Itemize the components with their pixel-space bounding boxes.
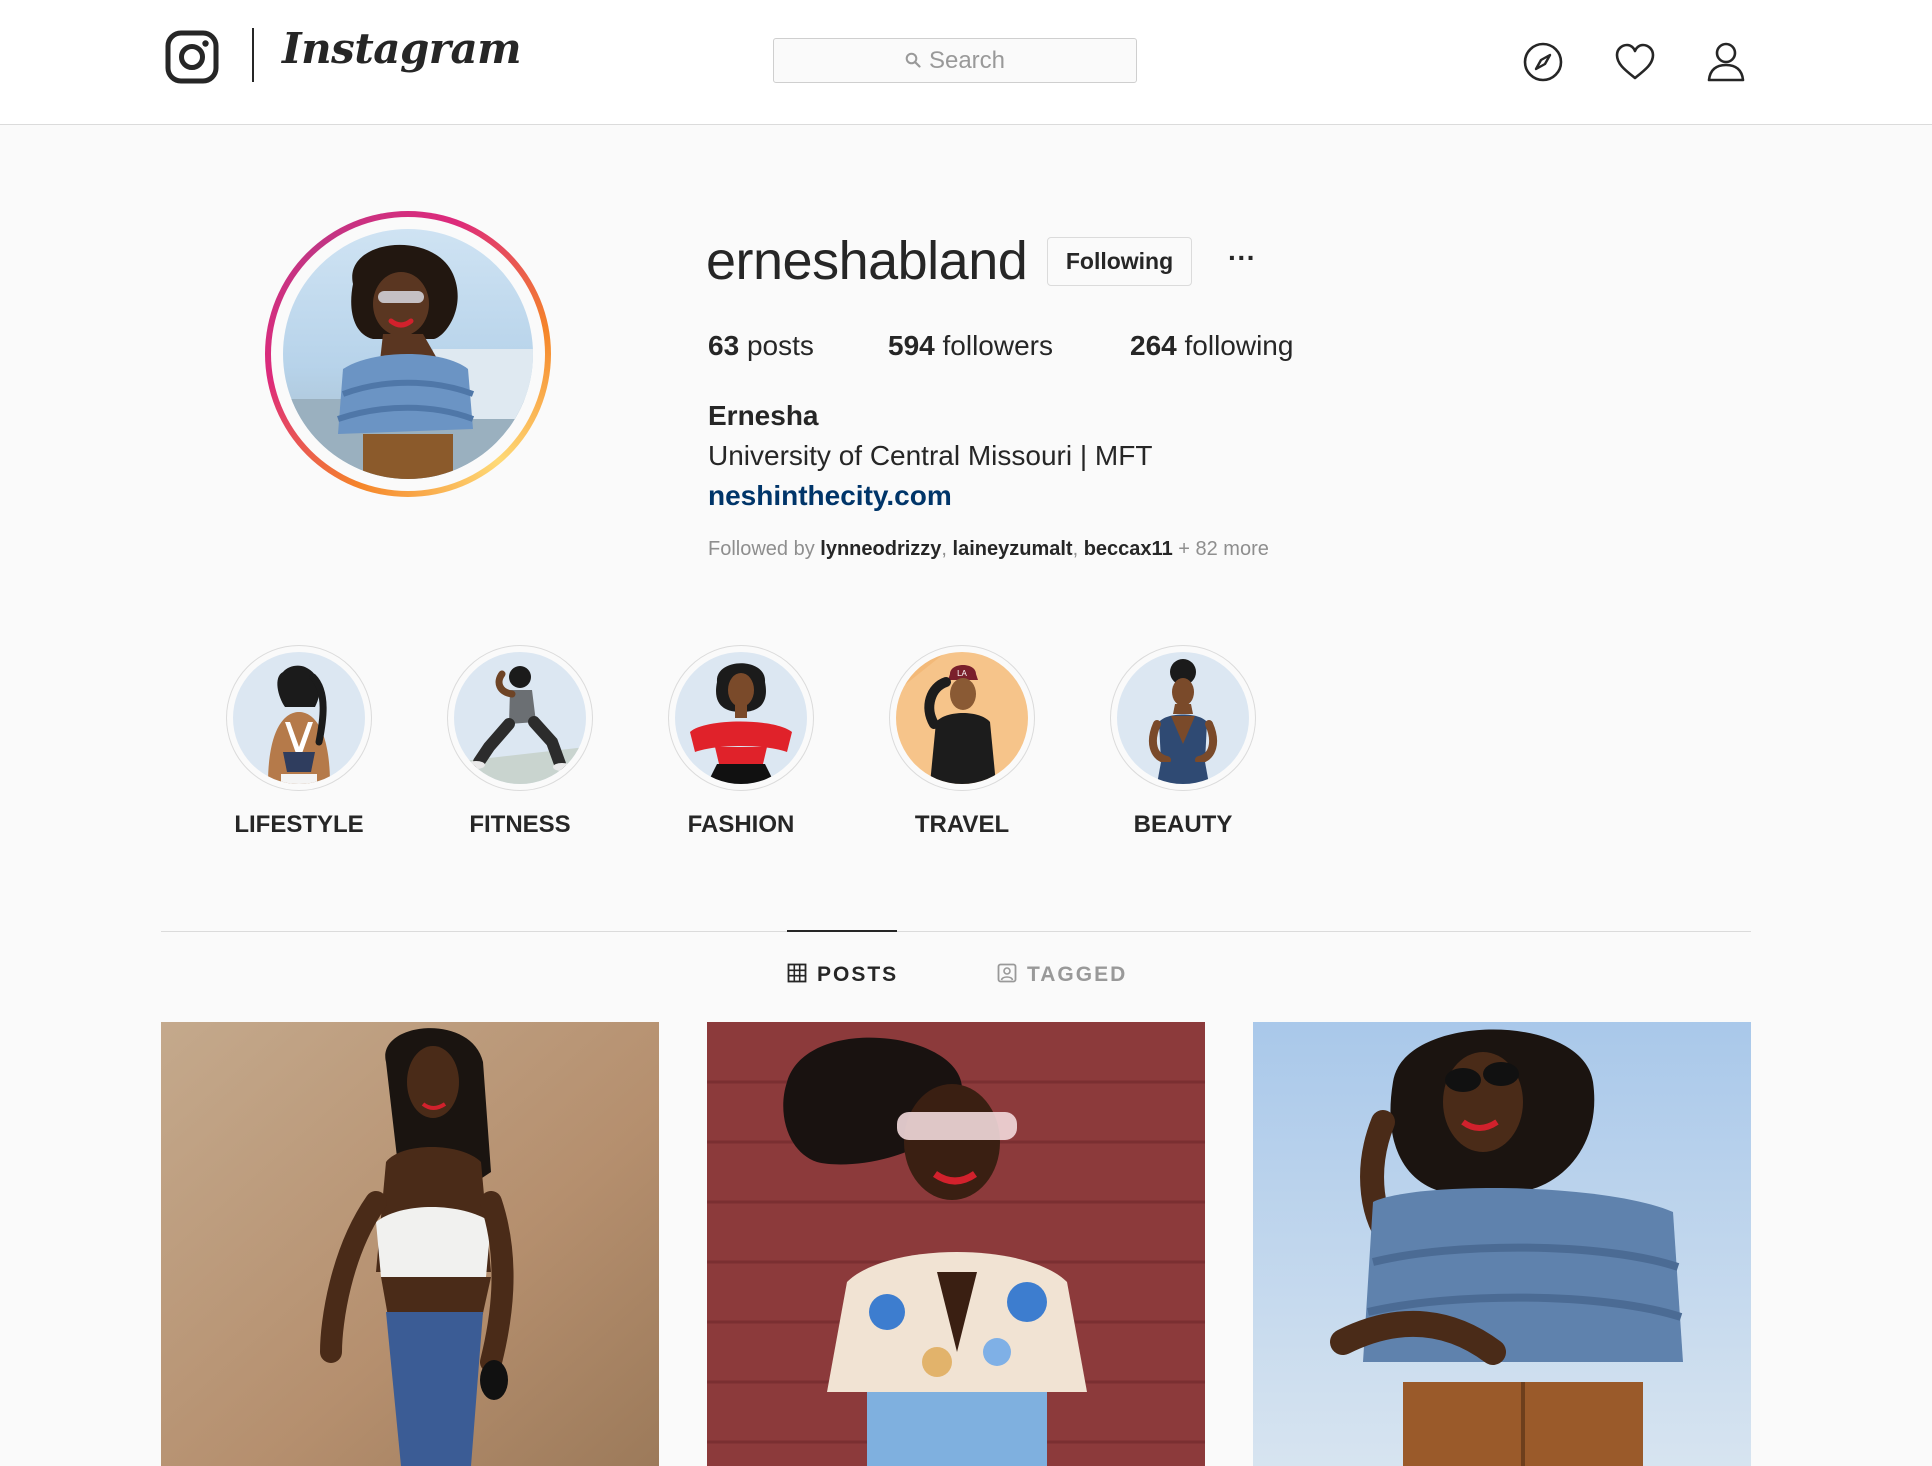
post-thumbnail[interactable] bbox=[1253, 1022, 1751, 1466]
search-icon bbox=[905, 52, 921, 68]
avatar-gap bbox=[271, 217, 545, 491]
following-button[interactable]: Following bbox=[1047, 237, 1192, 286]
followed-by-user[interactable]: laineyzumalt bbox=[953, 538, 1073, 560]
highlight-lifestyle[interactable]: LIFESTYLE bbox=[224, 645, 374, 838]
grid-icon bbox=[787, 964, 807, 983]
highlight-illustration bbox=[454, 652, 586, 784]
tab-posts-label: POSTS bbox=[817, 963, 899, 986]
highlight-fashion[interactable]: FASHION bbox=[666, 645, 816, 838]
posts-count: 63 bbox=[708, 330, 740, 361]
svg-text:LA: LA bbox=[957, 669, 967, 678]
highlight-label: FITNESS bbox=[469, 811, 571, 838]
post-thumbnail[interactable] bbox=[161, 1022, 659, 1466]
activity-heart-icon[interactable] bbox=[1613, 40, 1657, 84]
top-navigation-bar: Instagram Search bbox=[0, 0, 1932, 125]
followed-by-user[interactable]: lynneodrizzy bbox=[820, 538, 941, 560]
followed-by-user[interactable]: beccax11 bbox=[1084, 538, 1173, 560]
tab-posts[interactable]: POSTS bbox=[787, 963, 898, 987]
highlight-cover bbox=[447, 645, 593, 791]
highlight-cover bbox=[1110, 645, 1256, 791]
tagged-person-icon bbox=[997, 964, 1017, 983]
highlight-cover bbox=[668, 645, 814, 791]
post-thumbnail[interactable] bbox=[707, 1022, 1205, 1466]
highlight-illustration bbox=[233, 652, 365, 784]
more-options-icon[interactable]: ··· bbox=[1224, 236, 1260, 284]
profile-avatar[interactable] bbox=[265, 211, 551, 497]
followed-by-suffix: + 82 more bbox=[1172, 538, 1269, 560]
post-photo bbox=[1253, 1022, 1751, 1466]
followers-count-stat[interactable]: 594 followers bbox=[888, 330, 1053, 362]
active-tab-indicator bbox=[787, 930, 897, 932]
following-label: following bbox=[1184, 330, 1294, 361]
posts-count-stat: 63 posts bbox=[708, 330, 814, 362]
highlight-illustration bbox=[1117, 652, 1249, 784]
profile-full-name: Ernesha bbox=[708, 400, 819, 431]
followers-count: 594 bbox=[888, 330, 935, 361]
profile-username: erneshabland bbox=[706, 231, 1028, 291]
tab-tagged[interactable]: TAGGED bbox=[997, 963, 1127, 987]
tab-divider bbox=[161, 931, 1751, 932]
logo-divider bbox=[252, 28, 254, 82]
highlight-label: FASHION bbox=[687, 811, 795, 838]
post-photo bbox=[161, 1022, 659, 1466]
following-count: 264 bbox=[1130, 330, 1177, 361]
profile-person-icon[interactable] bbox=[1704, 40, 1748, 84]
highlight-fitness[interactable]: FITNESS bbox=[445, 645, 595, 838]
carousel-multiple-icon bbox=[1687, 1040, 1733, 1086]
followed-by-prefix: Followed by bbox=[708, 538, 821, 560]
search-input[interactable]: Search bbox=[773, 38, 1137, 83]
post-photo bbox=[707, 1022, 1205, 1466]
highlight-illustration bbox=[675, 652, 807, 784]
highlight-beauty[interactable]: BEAUTY bbox=[1108, 645, 1258, 838]
following-count-stat[interactable]: 264 following bbox=[1130, 330, 1293, 362]
posts-label: posts bbox=[746, 330, 814, 361]
instagram-logo-icon[interactable] bbox=[165, 30, 219, 84]
highlight-travel[interactable]: LA TRAVEL bbox=[887, 645, 1037, 838]
profile-bio: University of Central Missouri | MFT bbox=[708, 440, 1153, 471]
highlight-label: LIFESTYLE bbox=[234, 811, 364, 838]
highlight-label: TRAVEL bbox=[914, 811, 1010, 838]
highlight-cover: LA bbox=[889, 645, 1035, 791]
instagram-wordmark[interactable]: Instagram bbox=[282, 24, 522, 73]
search-placeholder: Search bbox=[928, 47, 1006, 74]
highlight-label: BEAUTY bbox=[1133, 811, 1233, 838]
highlight-illustration: LA bbox=[896, 652, 1028, 784]
tab-tagged-label: TAGGED bbox=[1027, 963, 1128, 986]
followed-by-line[interactable]: Followed by lynneodrizzy, laineyzumalt, … bbox=[708, 538, 1269, 561]
explore-compass-icon[interactable] bbox=[1521, 40, 1565, 84]
profile-website-link[interactable]: neshinthecity.com bbox=[708, 480, 952, 512]
followers-label: followers bbox=[942, 330, 1053, 361]
avatar-photo bbox=[283, 229, 533, 479]
highlight-cover bbox=[226, 645, 372, 791]
